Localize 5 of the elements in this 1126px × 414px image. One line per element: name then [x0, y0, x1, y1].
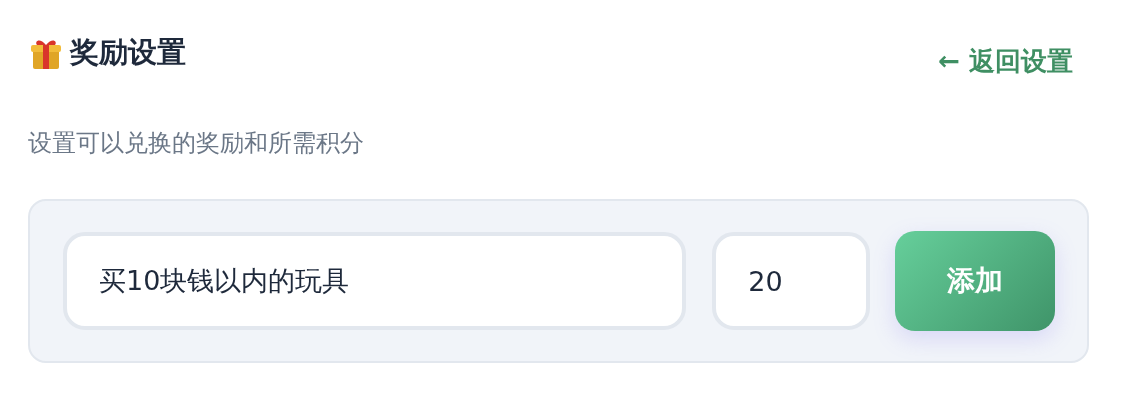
- points-input[interactable]: 20: [712, 232, 871, 330]
- page-title: 奖励设置: [70, 34, 186, 71]
- reward-name-input[interactable]: 买10块钱以内的玩具: [63, 232, 687, 330]
- description-text: 设置可以兑换的奖励和所需积分: [28, 128, 365, 159]
- back-link[interactable]: ← 返回设置: [938, 44, 1073, 79]
